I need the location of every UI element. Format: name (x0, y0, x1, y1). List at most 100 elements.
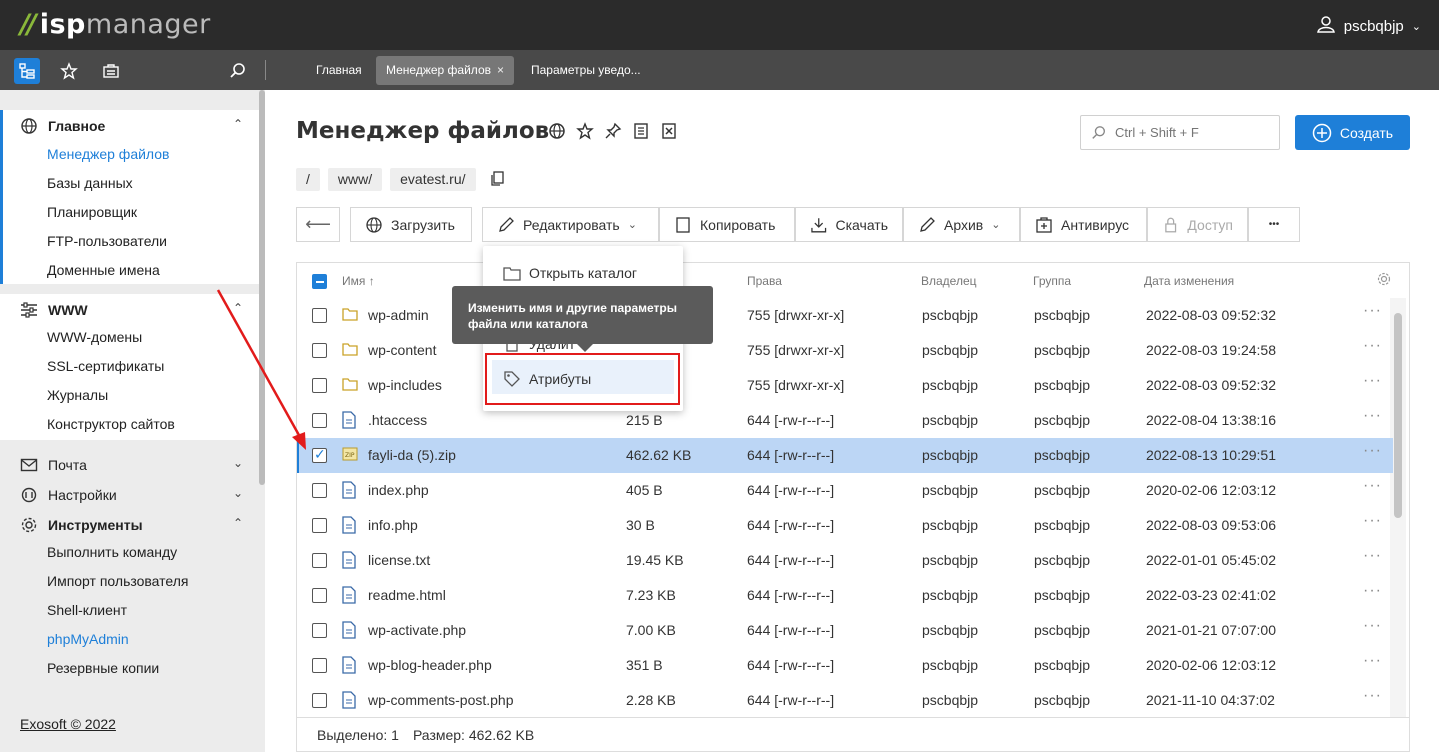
column-group-header[interactable]: Группа (1033, 274, 1071, 288)
download-button[interactable]: Скачать (795, 207, 903, 242)
table-row[interactable]: readme.html 7.23 KB 644 [-rw-r--r--] pscbqb… (297, 578, 1393, 613)
sidebar-item-logs[interactable]: Журналы (47, 387, 108, 403)
column-owner-header[interactable]: Владелец (921, 274, 977, 288)
row-name[interactable]: wp-content (368, 342, 436, 358)
column-name-header[interactable]: Имя ↑ (342, 274, 375, 288)
row-actions-button[interactable]: ··· (1363, 477, 1382, 495)
row-name[interactable]: fayli-da (5).zip (368, 447, 456, 463)
sidebar-item-backups[interactable]: Резервные копии (47, 660, 159, 676)
table-row[interactable]: wp-includes 755 [drwxr-xr-x] pscbqbjp pscbq… (297, 368, 1393, 403)
sidebar-group-header[interactable]: Главное (20, 117, 105, 135)
sidebar-item-import-user[interactable]: Импорт пользователя (47, 573, 189, 589)
tab-file-manager[interactable]: Менеджер файлов × (376, 56, 515, 85)
row-checkbox[interactable] (312, 446, 327, 463)
breadcrumb-domain[interactable]: evatest.ru/ (390, 168, 476, 191)
sidebar-item-file-manager[interactable]: Менеджер файлов (47, 146, 170, 162)
global-search-button[interactable] (225, 58, 251, 84)
sidebar-item-www-domains[interactable]: WWW-домены (47, 329, 142, 345)
sidebar-group-mail[interactable]: Почта ⌄ (0, 450, 259, 480)
sidebar-group-header[interactable]: WWW (20, 301, 88, 319)
chevron-up-icon[interactable]: ⌃ (233, 516, 243, 530)
chevron-up-icon[interactable]: ⌃ (233, 301, 243, 315)
row-name[interactable]: wp-activate.php (368, 622, 466, 638)
user-menu[interactable]: pscbqbjp ⌄ (1316, 14, 1421, 38)
table-row[interactable]: wp-blog-header.php 351 B 644 [-rw-r--r--] p… (297, 648, 1393, 683)
menu-tree-button[interactable] (14, 58, 40, 84)
row-name[interactable]: wp-includes (368, 377, 442, 393)
sidebar-group-header[interactable]: Инструменты (20, 516, 143, 534)
sidebar-scrollbar[interactable] (259, 90, 265, 485)
more-actions-button[interactable]: ••• (1248, 207, 1300, 242)
row-checkbox[interactable] (312, 693, 327, 708)
sidebar-item-site-builder[interactable]: Конструктор сайтов (47, 416, 175, 432)
row-name[interactable]: wp-comments-post.php (368, 692, 514, 708)
column-modified-header[interactable]: Дата изменения (1144, 274, 1234, 288)
menu-item-open-directory[interactable]: Открыть каталог (503, 265, 637, 281)
archive-dropdown-button[interactable]: Архив ⌄ (903, 207, 1020, 242)
column-rights-header[interactable]: Права (747, 274, 782, 288)
row-name[interactable]: wp-blog-header.php (368, 657, 492, 673)
table-scrollbar[interactable] (1394, 313, 1402, 518)
row-checkbox[interactable] (312, 483, 327, 498)
row-name[interactable]: info.php (368, 517, 418, 533)
table-row[interactable]: .htaccess 215 B 644 [-rw-r--r--] pscbqbjp ps… (297, 403, 1393, 438)
select-all-checkbox[interactable] (312, 274, 327, 289)
row-checkbox[interactable] (312, 588, 327, 603)
breadcrumb-www[interactable]: www/ (327, 168, 383, 191)
row-checkbox[interactable] (312, 343, 327, 358)
star-icon[interactable] (576, 122, 594, 140)
row-actions-button[interactable]: ··· (1363, 337, 1382, 355)
row-actions-button[interactable]: ··· (1363, 407, 1382, 425)
row-actions-button[interactable]: ··· (1363, 617, 1382, 635)
table-row[interactable]: index.php 405 B 644 [-rw-r--r--] pscbqbjp ps… (297, 473, 1393, 508)
table-row[interactable]: ZIP fayli-da (5).zip 462.62 KB 644 [-rw-r--… (297, 438, 1393, 473)
sidebar-item-ftp-users[interactable]: FTP-пользователи (47, 233, 167, 249)
globe-icon[interactable] (548, 122, 566, 140)
sidebar-item-domains[interactable]: Доменные имена (47, 262, 160, 278)
row-checkbox[interactable] (312, 378, 327, 393)
app-logo[interactable]: //ispmanager (20, 9, 211, 40)
upload-button[interactable]: Загрузить (350, 207, 472, 242)
create-button[interactable]: Создать (1295, 115, 1410, 150)
row-checkbox[interactable] (312, 518, 327, 533)
search-input[interactable] (1115, 125, 1275, 140)
row-name[interactable]: .htaccess (368, 412, 427, 428)
excel-export-icon[interactable] (660, 122, 678, 140)
table-row[interactable]: license.txt 19.45 KB 644 [-rw-r--r--] pscbq… (297, 543, 1393, 578)
row-actions-button[interactable]: ··· (1363, 372, 1382, 390)
sidebar-item-phpmyadmin[interactable]: phpMyAdmin (47, 631, 129, 647)
row-actions-button[interactable]: ··· (1363, 652, 1382, 670)
tab-home[interactable]: Главная (306, 56, 372, 85)
breadcrumb-root[interactable]: / (296, 168, 320, 191)
antivirus-button[interactable]: Антивирус (1020, 207, 1147, 242)
row-name[interactable]: license.txt (368, 552, 430, 568)
table-row[interactable]: wp-comments-post.php 2.28 KB 644 [-rw-r--r… (297, 683, 1393, 717)
row-actions-button[interactable]: ··· (1363, 547, 1382, 565)
sidebar-item-exec-command[interactable]: Выполнить команду (47, 544, 177, 560)
row-actions-button[interactable]: ··· (1363, 302, 1382, 320)
row-checkbox[interactable] (312, 658, 327, 673)
pin-icon[interactable] (604, 122, 622, 140)
row-actions-button[interactable]: ··· (1363, 582, 1382, 600)
row-name[interactable]: readme.html (368, 587, 446, 603)
close-icon[interactable]: × (497, 63, 504, 77)
row-name[interactable]: wp-admin (368, 307, 429, 323)
edit-dropdown-button[interactable]: Редактировать ⌄ (482, 207, 659, 242)
favorites-button[interactable] (56, 58, 82, 84)
row-actions-button[interactable]: ··· (1363, 687, 1382, 705)
sidebar-item-databases[interactable]: Базы данных (47, 175, 133, 191)
copy-path-icon[interactable] (490, 170, 506, 189)
row-checkbox[interactable] (312, 623, 327, 638)
document-list-icon[interactable] (632, 122, 650, 140)
sidebar-item-shell[interactable]: Shell-клиент (47, 602, 127, 618)
chevron-up-icon[interactable]: ⌃ (233, 117, 243, 131)
row-name[interactable]: index.php (368, 482, 429, 498)
access-button[interactable]: Доступ (1147, 207, 1248, 242)
sidebar-item-scheduler[interactable]: Планировщик (47, 204, 137, 220)
tab-notification-settings[interactable]: Параметры уведо... (521, 56, 651, 85)
sidebar-group-settings[interactable]: Настройки ⌄ (0, 480, 259, 510)
row-actions-button[interactable]: ··· (1363, 442, 1382, 460)
copy-button[interactable]: Копировать (659, 207, 795, 242)
back-button[interactable]: ⟵ (296, 207, 340, 242)
search-field[interactable] (1080, 115, 1280, 150)
